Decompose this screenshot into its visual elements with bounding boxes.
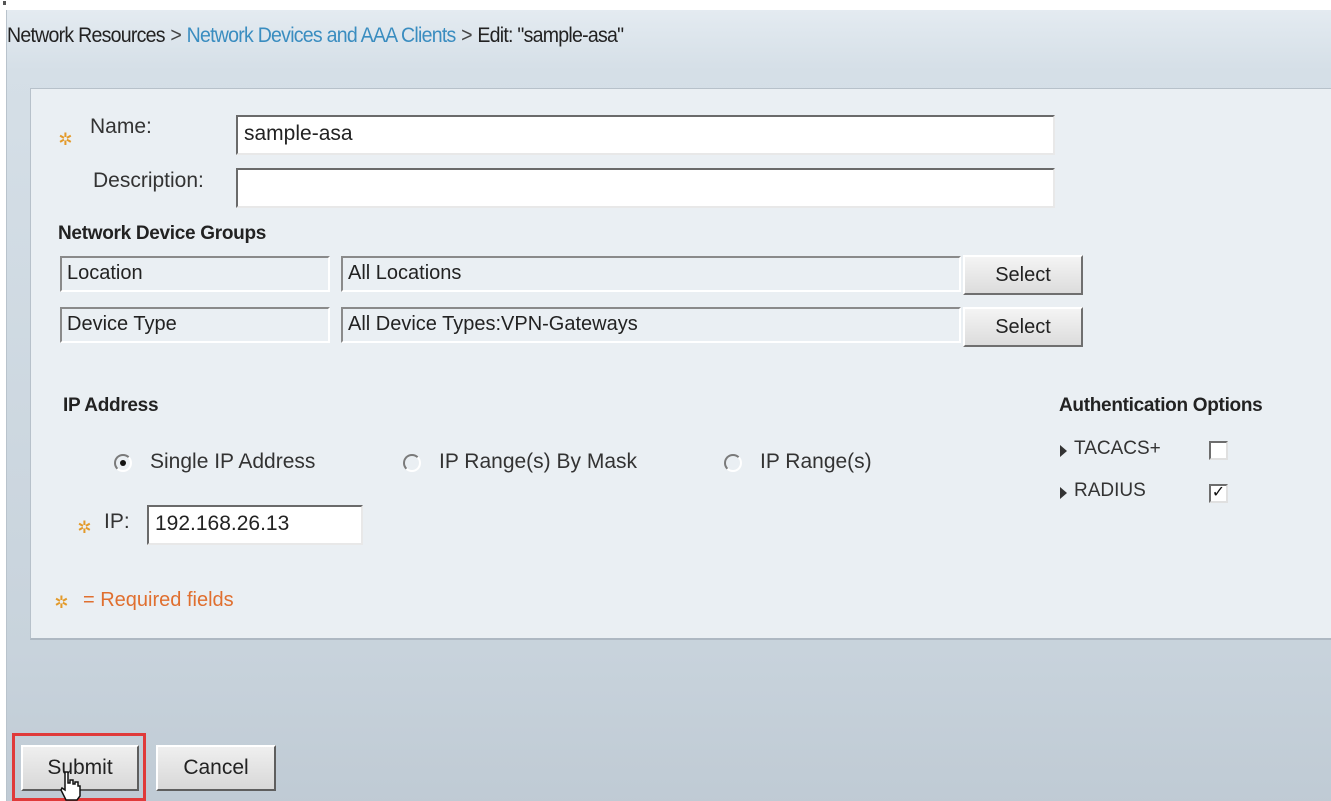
single-ip-label: Single IP Address [150,450,316,473]
main-frame: Network Resources > Network Devices and AA… [6,10,1331,801]
single-ip-radio[interactable] [114,454,132,472]
hand-pointer-icon [60,771,81,801]
tacacs-checkbox[interactable] [1209,441,1228,460]
tacacs-label: TACACS+ [1074,438,1161,459]
name-label: Name: [90,115,152,138]
auth-options-heading: Authentication Options [1059,395,1263,416]
name-input[interactable]: sample-asa [236,115,1055,155]
radius-label: RADIUS [1074,480,1146,501]
cancel-button[interactable]: Cancel [156,745,276,791]
dot-marker [3,1,6,5]
ip-range-label: IP Range(s) [760,450,872,473]
select-location-button[interactable]: Select [963,255,1083,295]
required-field-icon: ✲ [58,130,73,149]
top-strip [0,0,1331,8]
ip-label: IP: [104,510,130,533]
ndg-heading: Network Device Groups [58,223,267,244]
ndg-location-label: Location [60,256,330,292]
ndg-device-type-label: Device Type [60,307,330,343]
ndg-device-type-value: All Device Types:VPN-Gateways [341,307,961,343]
breadcrumb-separator: > [461,24,472,47]
breadcrumb-root: Network Resources [7,24,166,47]
select-device-type-button[interactable]: Select [963,307,1083,347]
breadcrumb-current: Edit: "sample-asa" [477,24,624,47]
triangle-right-icon [1060,445,1067,457]
edit-panel: ✲ Name: sample-asa Description: Network … [30,88,1331,640]
ip-input[interactable]: 192.168.26.13 [147,505,363,545]
radius-checkbox[interactable]: ✓ [1209,484,1228,503]
ip-range-by-mask-label: IP Range(s) By Mask [439,450,638,473]
ip-address-heading: IP Address [63,395,159,416]
triangle-right-icon [1060,487,1067,499]
required-fields-note: = Required fields [83,589,234,611]
ip-range-radio[interactable] [724,454,742,472]
ip-range-by-mask-radio[interactable] [403,454,421,472]
breadcrumb-link-network-devices[interactable]: Network Devices and AAA Clients [187,24,457,47]
ndg-location-value: All Locations [341,256,961,292]
description-label: Description: [93,169,204,192]
description-input[interactable] [236,168,1055,208]
breadcrumb: Network Resources > Network Devices and AA… [7,24,624,54]
breadcrumb-separator: > [170,24,182,47]
required-field-icon: ✲ [77,518,92,537]
required-field-icon: ✲ [54,593,69,612]
